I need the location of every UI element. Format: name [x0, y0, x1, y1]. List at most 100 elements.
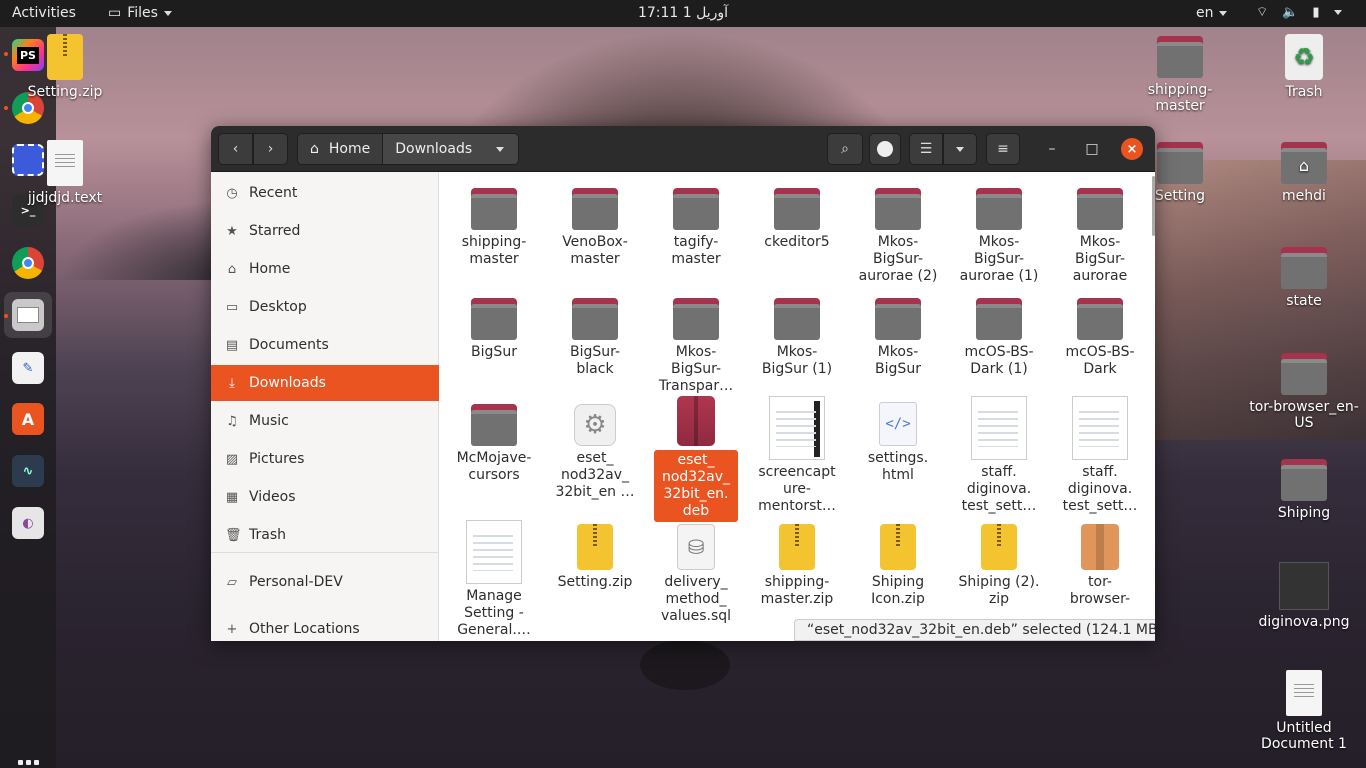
menu-button[interactable]: ≡ [986, 133, 1020, 165]
trash-icon: 🗑 [225, 527, 242, 543]
sidebar-item-desktop[interactable]: ▭ Desktop [211, 289, 439, 325]
chrome-dev-icon[interactable] [12, 247, 44, 279]
file-item[interactable]: Manage Setting - General.… [448, 518, 540, 639]
file-item[interactable]: staff. diginova. test_sett… [953, 394, 1045, 515]
file-item[interactable]: Mkos- BigSur- Transpar… [650, 288, 742, 395]
file-item[interactable]: Mkos- BigSur- aurorae (1) [953, 178, 1045, 285]
language-selector[interactable]: en [1196, 5, 1227, 21]
file-label: delivery_ method_ values.sql [660, 574, 732, 624]
file-item[interactable]: Mkos- BigSur- aurorae [1054, 178, 1146, 285]
sidebar-item-label: Pictures [249, 451, 305, 467]
file-item[interactable]: mcOS-BS- Dark (1) [953, 288, 1045, 378]
chevron-down-icon [956, 146, 964, 152]
videos-icon: ▦ [225, 489, 239, 505]
desktop-icon-document[interactable]: Untitled Document 1 [1249, 670, 1359, 752]
sidebar-item-starred[interactable]: ★ Starred [211, 213, 439, 249]
file-item[interactable]: Shiping (2). zip [953, 518, 1045, 608]
path-home[interactable]: ⌂ Home [298, 134, 384, 164]
folder-icon [875, 188, 921, 230]
music-icon: ♫ [226, 413, 238, 429]
file-label: eset_ nod32av_ 32bit_en … [555, 450, 635, 500]
tweaks-icon[interactable]: ◐ [12, 507, 44, 539]
file-label: Mkos- BigSur (1) [761, 344, 833, 377]
sidebar-item-recent[interactable]: ◷ Recent [211, 175, 439, 211]
sidebar-item-videos[interactable]: ▦ Videos [211, 479, 439, 515]
desktop-icon-label: tor-browser_en-US [1249, 399, 1359, 431]
sidebar-item-trash[interactable]: 🗑 Trash [211, 517, 439, 553]
file-item[interactable]: mcOS-BS- Dark [1054, 288, 1146, 378]
sidebar-item-personal-dev[interactable]: ▱ Personal-DEV [211, 564, 439, 600]
sidebar-item-documents[interactable]: ▤ Documents [211, 327, 439, 363]
desktop-icon-text-file[interactable]: jjdjdjd.text [10, 140, 120, 206]
sidebar-item-label: Recent [249, 185, 298, 201]
close-button[interactable]: × [1121, 138, 1143, 160]
sidebar-item-label: Personal-DEV [249, 574, 343, 590]
folder-icon [774, 188, 820, 230]
maximize-button[interactable]: □ [1081, 138, 1103, 160]
desktop-icon-label: state [1286, 293, 1322, 309]
desktop-icon-folder[interactable]: shipping-master [1125, 36, 1235, 114]
file-item[interactable]: </> settings. html [852, 394, 944, 484]
scrollbar[interactable] [1152, 176, 1155, 236]
file-item[interactable]: Shiping Icon.zip [852, 518, 944, 608]
file-item[interactable]: eset_ nod32av_ 32bit_en. deb [650, 394, 742, 522]
sidebar-item-label: Downloads [249, 375, 326, 391]
file-item[interactable]: tor- browser- [1054, 518, 1146, 608]
file-item[interactable]: McMojave- cursors [448, 394, 540, 484]
file-item[interactable]: ⚙ eset_ nod32av_ 32bit_en … [549, 394, 641, 501]
minimize-button[interactable]: – [1041, 138, 1063, 160]
file-item[interactable]: VenoBox- master [549, 178, 641, 268]
folder-icon: ▱ [227, 574, 237, 590]
text-editor-icon[interactable]: ✎ [12, 352, 44, 384]
file-item[interactable]: shipping- master.zip [751, 518, 843, 608]
files-icon[interactable] [12, 299, 44, 331]
desktop-icon-home[interactable]: ⌂ mehdi [1249, 142, 1359, 204]
desktop-icon-trash[interactable]: ♻ Trash [1249, 34, 1359, 100]
file-item[interactable]: Mkos- BigSur (1) [751, 288, 843, 378]
file-item[interactable]: screencapt ure- mentorst… [751, 394, 843, 515]
app-menu[interactable]: ▭ Files [108, 5, 172, 21]
sidebar-item-pictures[interactable]: ▨ Pictures [211, 441, 439, 477]
chevron-down-icon [1218, 10, 1227, 16]
sidebar-item-downloads[interactable]: ⤓ Downloads [211, 365, 439, 401]
file-item[interactable]: ⛁ delivery_ method_ values.sql [650, 518, 742, 625]
file-item[interactable]: Mkos- BigSur- aurorae (2) [852, 178, 944, 285]
desktop-icon-folder[interactable]: state [1249, 247, 1359, 309]
file-item[interactable]: Setting.zip [549, 518, 641, 591]
activities-button[interactable]: Activities [12, 5, 76, 21]
operations-button[interactable] [869, 133, 901, 165]
folder-icon [774, 298, 820, 340]
running-indicator [4, 314, 8, 318]
desktop-icon-folder[interactable]: tor-browser_en-US [1249, 353, 1359, 431]
file-label: Shiping (2). zip [958, 574, 1040, 607]
path-downloads[interactable]: Downloads [383, 134, 519, 164]
file-item[interactable]: staff. diginova. test_sett… [1054, 394, 1146, 515]
battery-icon: ▮ [1312, 4, 1320, 20]
desktop-icon-image[interactable]: diginova.png [1249, 562, 1359, 630]
search-button[interactable]: ⌕ [827, 133, 863, 165]
system-tray[interactable]: ⌔ 🔈 ▮ [1256, 4, 1342, 20]
software-center-icon[interactable]: A [12, 403, 44, 435]
sidebar-item-other-locations[interactable]: + Other Locations [211, 611, 439, 641]
file-item[interactable]: tagify- master [650, 178, 742, 268]
system-monitor-icon[interactable]: ∿ [12, 455, 44, 487]
forward-button[interactable]: › [253, 133, 288, 165]
chevron-down-icon [163, 10, 172, 16]
clock[interactable]: آوریل 1 17:11 [600, 5, 766, 21]
desktop-icon-setting-zip[interactable]: Setting.zip [10, 34, 120, 100]
file-item[interactable]: BigSur- black [549, 288, 641, 378]
sidebar-item-music[interactable]: ♫ Music [211, 403, 439, 439]
view-list-button[interactable]: ☰ [909, 133, 943, 165]
desktop-icon-folder[interactable]: Shiping [1249, 459, 1359, 521]
sidebar-item-home[interactable]: ⌂ Home [211, 251, 439, 287]
file-item[interactable]: shipping- master [448, 178, 540, 268]
show-applications-icon[interactable] [18, 760, 39, 768]
file-item[interactable]: ckeditor5 [751, 178, 843, 251]
file-item[interactable]: BigSur [448, 288, 540, 361]
back-button[interactable]: ‹ [218, 133, 253, 165]
desktop-icon-label: Trash [1285, 84, 1323, 100]
file-item[interactable]: Mkos- BigSur [852, 288, 944, 378]
zip-icon [779, 524, 815, 570]
language-label: en [1196, 5, 1214, 21]
view-options-button[interactable] [943, 133, 977, 165]
